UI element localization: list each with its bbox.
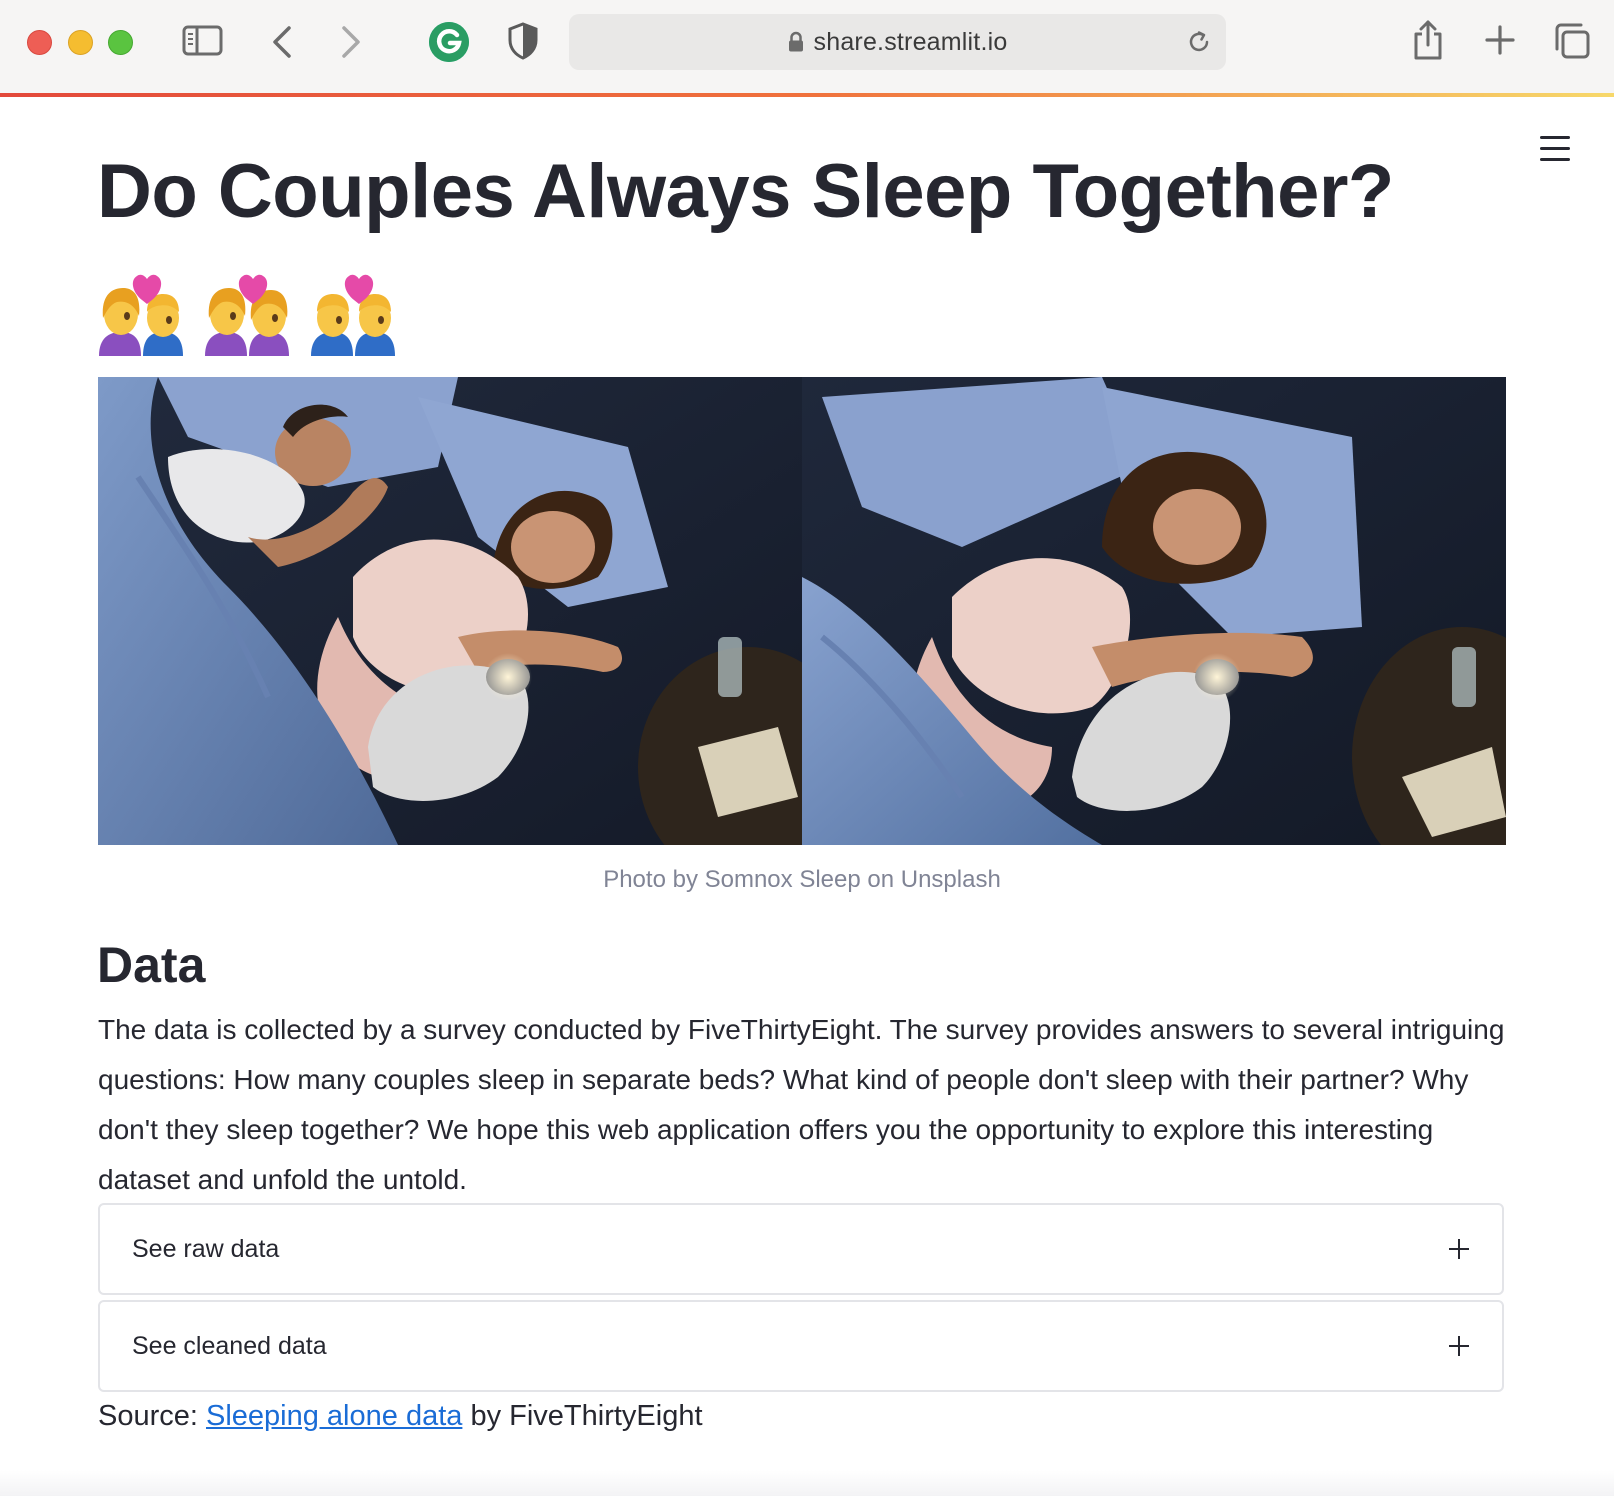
window-close-button[interactable] xyxy=(27,30,52,55)
expander-label: See cleaned data xyxy=(132,1331,327,1360)
reload-icon[interactable] xyxy=(1186,29,1212,60)
emoji-row xyxy=(97,270,397,356)
hamburger-menu-icon[interactable] xyxy=(1540,136,1570,164)
shield-icon[interactable] xyxy=(508,22,538,60)
sidebar-icon[interactable] xyxy=(182,24,224,58)
new-tab-icon[interactable] xyxy=(1484,24,1516,56)
plus-icon[interactable] xyxy=(1448,1238,1470,1260)
data-description: The data is collected by a survey conduc… xyxy=(98,1014,1505,1195)
expander-label: See raw data xyxy=(132,1234,280,1263)
data-section-heading: Data xyxy=(97,937,206,993)
window-maximize-button[interactable] xyxy=(108,30,133,55)
couple-with-heart-woman-man-icon xyxy=(97,270,185,356)
browser-toolbar: share.streamlit.io xyxy=(0,0,1614,93)
streamlit-decoration-bar xyxy=(0,93,1614,97)
forward-icon[interactable] xyxy=(339,24,363,60)
photo-left-couple-sleeping xyxy=(98,377,858,845)
lock-icon xyxy=(788,31,804,53)
plus-icon[interactable] xyxy=(1448,1335,1470,1357)
image-caption: Photo by Somnox Sleep on Unsplash xyxy=(603,866,1001,893)
address-bar[interactable]: share.streamlit.io xyxy=(569,14,1226,70)
page-bottom-edge xyxy=(0,1470,1614,1496)
expander-cleaned-data[interactable]: See cleaned data xyxy=(98,1300,1504,1392)
source-line: Source: Sleeping alone data by FiveThirt… xyxy=(98,1400,703,1433)
share-icon[interactable] xyxy=(1411,19,1445,61)
grammarly-icon[interactable] xyxy=(428,21,470,63)
expander-raw-data[interactable]: See raw data xyxy=(98,1203,1504,1295)
window-minimize-button[interactable] xyxy=(68,30,93,55)
source-prefix: Source: xyxy=(98,1400,206,1432)
photo-right-woman-sleeping xyxy=(802,377,1506,845)
hero-photo xyxy=(98,377,1506,845)
couple-with-heart-man-man-icon xyxy=(309,270,397,356)
tabs-overview-icon[interactable] xyxy=(1553,22,1591,60)
source-suffix: by FiveThirtyEight xyxy=(462,1400,703,1432)
couple-with-heart-woman-woman-icon xyxy=(203,270,291,356)
page-title: Do Couples Always Sleep Together? xyxy=(97,149,1394,234)
address-url: share.streamlit.io xyxy=(813,27,1008,56)
back-icon[interactable] xyxy=(270,24,294,60)
source-link[interactable]: Sleeping alone data xyxy=(206,1400,462,1432)
